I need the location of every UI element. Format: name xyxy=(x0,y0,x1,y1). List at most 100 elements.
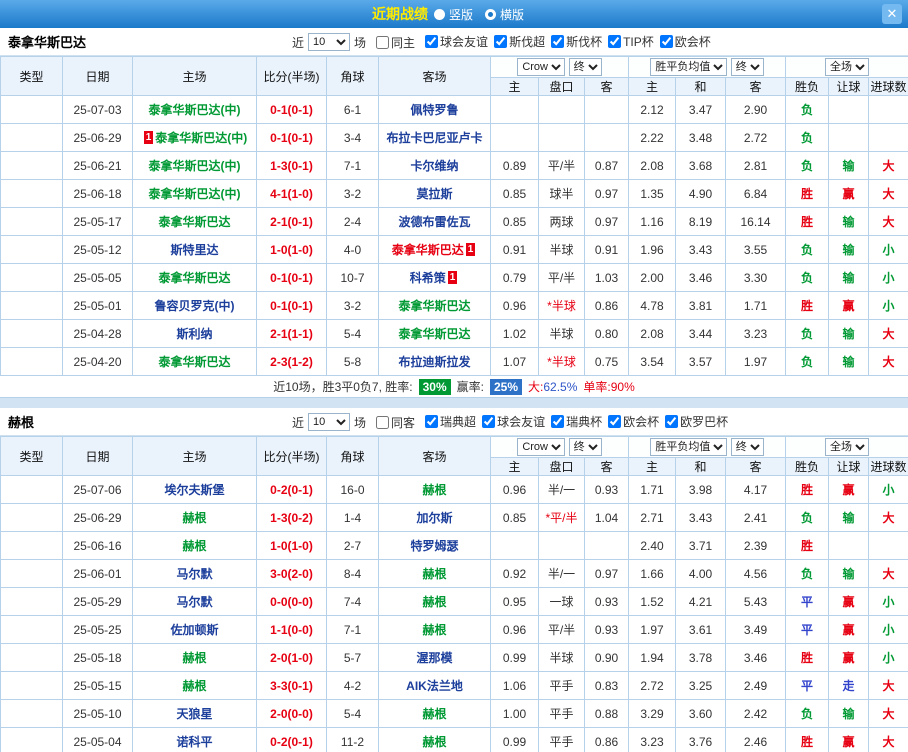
league-filter[interactable]: 欧会杯 xyxy=(608,413,659,430)
layout-horizontal-option[interactable]: 横版 xyxy=(485,6,524,23)
wdl-avg-select[interactable]: 胜平负均值 xyxy=(650,58,727,76)
score-cell[interactable]: 0-1(0-1) xyxy=(257,96,327,124)
away-team-cell[interactable]: 渥那模 xyxy=(379,644,491,672)
layout-vertical-option[interactable]: 竖版 xyxy=(434,6,473,23)
final-wdl-select[interactable]: 终 xyxy=(731,58,764,76)
away-team-cell[interactable]: 赫根 xyxy=(379,476,491,504)
away-team-cell[interactable]: 佩特罗鲁 xyxy=(379,96,491,124)
score-cell[interactable]: 0-1(0-1) xyxy=(257,292,327,320)
league-checkbox[interactable] xyxy=(494,35,507,48)
league-filter[interactable]: 瑞典杯 xyxy=(551,413,602,430)
final-odds-select[interactable]: 终 xyxy=(569,58,602,76)
away-team-cell[interactable]: 科希策1 xyxy=(379,264,491,292)
away-team-cell[interactable]: 赫根 xyxy=(379,700,491,728)
score-cell[interactable]: 2-0(0-0) xyxy=(257,700,327,728)
away-team-cell[interactable]: 卡尔维纳 xyxy=(379,152,491,180)
score-cell[interactable]: 1-3(0-2) xyxy=(257,504,327,532)
league-checkbox[interactable] xyxy=(660,35,673,48)
league-checkbox[interactable] xyxy=(425,415,438,428)
wdl-avg-select[interactable]: 胜平负均值 xyxy=(650,438,727,456)
league-filter[interactable]: 斯伐超 xyxy=(494,33,545,50)
home-team-cell[interactable]: 赫根 xyxy=(133,504,257,532)
away-team-cell[interactable]: 莫拉斯 xyxy=(379,180,491,208)
away-team-cell[interactable]: 波德布雷佐瓦 xyxy=(379,208,491,236)
league-checkbox[interactable] xyxy=(425,35,438,48)
score-cell[interactable]: 4-1(1-0) xyxy=(257,180,327,208)
home-team-cell[interactable]: 鲁容贝罗克(中) xyxy=(133,292,257,320)
same-side-checkbox[interactable] xyxy=(376,36,389,49)
league-checkbox[interactable] xyxy=(551,415,564,428)
radio-horizontal-icon[interactable] xyxy=(485,9,496,20)
score-cell[interactable]: 0-2(0-1) xyxy=(257,728,327,752)
away-team-cell[interactable]: 加尔斯 xyxy=(379,504,491,532)
score-cell[interactable]: 2-0(1-0) xyxy=(257,644,327,672)
home-team-cell[interactable]: 埃尔夫斯堡 xyxy=(133,476,257,504)
score-cell[interactable]: 1-0(1-0) xyxy=(257,532,327,560)
score-cell[interactable]: 2-3(1-2) xyxy=(257,348,327,376)
league-checkbox[interactable] xyxy=(551,35,564,48)
league-filter[interactable]: 球会友谊 xyxy=(425,33,488,50)
league-checkbox[interactable] xyxy=(665,415,678,428)
away-team-cell[interactable]: 泰拿华斯巴达 xyxy=(379,292,491,320)
odds-company-select[interactable]: Crow xyxy=(517,58,565,76)
score-cell[interactable]: 2-1(1-1) xyxy=(257,320,327,348)
score-cell[interactable]: 1-1(0-0) xyxy=(257,616,327,644)
same-side-filter[interactable]: 同主 xyxy=(376,34,415,51)
home-team-cell[interactable]: 赫根 xyxy=(133,644,257,672)
away-team-cell[interactable]: 赫根 xyxy=(379,560,491,588)
same-side-checkbox[interactable] xyxy=(376,416,389,429)
away-team-cell[interactable]: 布拉迪斯拉发 xyxy=(379,348,491,376)
score-cell[interactable]: 0-1(0-1) xyxy=(257,264,327,292)
home-team-cell[interactable]: 泰拿华斯巴达(中) xyxy=(133,96,257,124)
score-cell[interactable]: 1-3(0-1) xyxy=(257,152,327,180)
league-checkbox[interactable] xyxy=(608,415,621,428)
match-count-select[interactable]: 10 xyxy=(308,413,350,431)
score-cell[interactable]: 0-0(0-0) xyxy=(257,588,327,616)
home-team-cell[interactable]: 泰拿华斯巴达 xyxy=(133,264,257,292)
home-team-cell[interactable]: 泰拿华斯巴达 xyxy=(133,208,257,236)
league-checkbox[interactable] xyxy=(482,415,495,428)
home-team-cell[interactable]: 1泰拿华斯巴达(中) xyxy=(133,124,257,152)
league-filter[interactable]: 欧会杯 xyxy=(660,33,711,50)
league-filter[interactable]: 球会友谊 xyxy=(482,413,545,430)
away-team-cell[interactable]: 泰拿华斯巴达 xyxy=(379,320,491,348)
home-team-cell[interactable]: 泰拿华斯巴达 xyxy=(133,348,257,376)
radio-vertical-icon[interactable] xyxy=(434,9,445,20)
league-checkbox[interactable] xyxy=(608,35,621,48)
odds-company-select[interactable]: Crow xyxy=(517,438,565,456)
away-team-cell[interactable]: AIK法兰地 xyxy=(379,672,491,700)
away-team-cell[interactable]: 赫根 xyxy=(379,588,491,616)
home-team-cell[interactable]: 诺科平 xyxy=(133,728,257,752)
league-filter[interactable]: 瑞典超 xyxy=(425,413,476,430)
final-wdl-select[interactable]: 终 xyxy=(731,438,764,456)
home-team-cell[interactable]: 斯特里达 xyxy=(133,236,257,264)
scope-select[interactable]: 全场 xyxy=(825,58,869,76)
home-team-cell[interactable]: 泰拿华斯巴达(中) xyxy=(133,152,257,180)
score-cell[interactable]: 3-3(0-1) xyxy=(257,672,327,700)
away-team-cell[interactable]: 特罗姆瑟 xyxy=(379,532,491,560)
score-cell[interactable]: 2-1(0-1) xyxy=(257,208,327,236)
league-filter[interactable]: 欧罗巴杯 xyxy=(665,413,728,430)
home-team-cell[interactable]: 泰拿华斯巴达(中) xyxy=(133,180,257,208)
scope-select[interactable]: 全场 xyxy=(825,438,869,456)
home-team-cell[interactable]: 天狼星 xyxy=(133,700,257,728)
away-team-cell[interactable]: 泰拿华斯巴达1 xyxy=(379,236,491,264)
same-side-filter[interactable]: 同客 xyxy=(376,414,415,431)
home-team-cell[interactable]: 斯利纳 xyxy=(133,320,257,348)
score-cell[interactable]: 0-1(0-1) xyxy=(257,124,327,152)
score-cell[interactable]: 3-0(2-0) xyxy=(257,560,327,588)
close-icon[interactable]: ✕ xyxy=(882,4,902,24)
home-team-cell[interactable]: 马尔默 xyxy=(133,588,257,616)
away-team-cell[interactable]: 赫根 xyxy=(379,728,491,752)
away-team-cell[interactable]: 赫根 xyxy=(379,616,491,644)
match-count-select[interactable]: 10 xyxy=(308,33,350,51)
score-cell[interactable]: 0-2(0-1) xyxy=(257,476,327,504)
home-team-cell[interactable]: 佐加顿斯 xyxy=(133,616,257,644)
score-cell[interactable]: 1-0(1-0) xyxy=(257,236,327,264)
away-team-cell[interactable]: 布拉卡巴尼亚卢卡 xyxy=(379,124,491,152)
home-team-cell[interactable]: 马尔默 xyxy=(133,560,257,588)
league-filter[interactable]: 斯伐杯 xyxy=(551,33,602,50)
league-filter[interactable]: TIP杯 xyxy=(608,33,654,50)
final-odds-select[interactable]: 终 xyxy=(569,438,602,456)
home-team-cell[interactable]: 赫根 xyxy=(133,532,257,560)
